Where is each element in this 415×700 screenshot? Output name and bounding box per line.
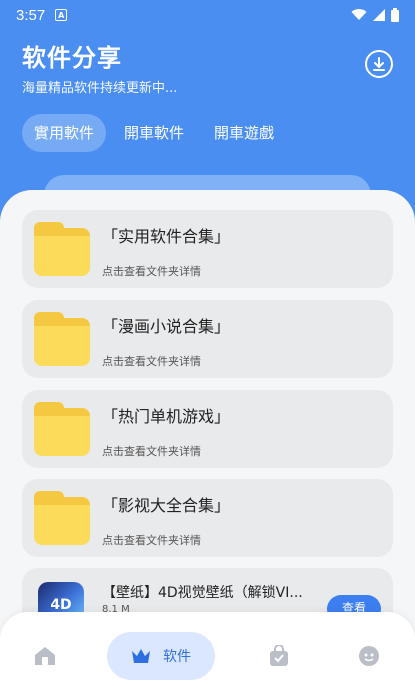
- app-name: 【壁纸】4D视觉壁纸（解锁VI...: [102, 585, 303, 601]
- signal-icon: [373, 9, 385, 21]
- folder-name: 「漫画小说合集」: [102, 317, 231, 336]
- tab-practical-software[interactable]: 實用軟件: [22, 114, 107, 152]
- category-tabs: 實用軟件 開車軟件 開車遊戲: [22, 114, 286, 152]
- folder-desc: 点击查看文件夹详情: [102, 265, 201, 278]
- status-icons: [351, 8, 399, 22]
- user-icon: [359, 646, 379, 666]
- page-title: 软件分享: [22, 44, 122, 72]
- folder-card[interactable]: 「漫画小说合集」 点击查看文件夹详情: [22, 300, 393, 378]
- bottom-nav: 软件: [0, 612, 415, 700]
- crown-icon: [132, 649, 150, 663]
- folder-icon: [34, 402, 90, 458]
- folder-card[interactable]: 「热门单机游戏」 点击查看文件夹详情: [22, 390, 393, 468]
- folder-desc: 点击查看文件夹详情: [102, 355, 201, 368]
- battery-icon: [391, 8, 399, 22]
- folder-name: 「影视大全合集」: [102, 496, 231, 515]
- folder-name: 「实用软件合集」: [102, 227, 231, 246]
- status-bar: 3:57 A: [0, 0, 415, 30]
- folder-card[interactable]: 「实用软件合集」 点击查看文件夹详情: [22, 210, 393, 288]
- tab-driving-games[interactable]: 開車遊戲: [202, 114, 286, 152]
- folder-card[interactable]: 「影视大全合集」 点击查看文件夹详情: [22, 479, 393, 557]
- download-button[interactable]: [365, 50, 393, 78]
- status-time: 3:57: [16, 6, 46, 24]
- home-icon: [35, 647, 55, 665]
- folder-name: 「热门单机游戏」: [102, 407, 231, 426]
- nav-software[interactable]: 软件: [107, 632, 215, 680]
- bag-icon: [270, 645, 288, 666]
- nav-bag[interactable]: [262, 632, 296, 680]
- page-header: 软件分享 海量精品软件持续更新中...: [22, 38, 177, 96]
- nav-home[interactable]: [28, 632, 62, 680]
- folder-icon: [34, 491, 90, 547]
- a-icon: A: [55, 9, 68, 21]
- folder-desc: 点击查看文件夹详情: [102, 445, 201, 458]
- folder-icon: [34, 312, 90, 368]
- folder-icon: [34, 222, 90, 278]
- nav-software-label: 软件: [163, 649, 191, 665]
- folder-desc: 点击查看文件夹详情: [102, 534, 201, 547]
- wifi-icon: [351, 9, 367, 20]
- page-subtitle: 海量精品软件持续更新中...: [22, 81, 178, 96]
- download-icon: [373, 57, 385, 71]
- nav-profile[interactable]: [352, 632, 386, 680]
- tab-driving-software[interactable]: 開車軟件: [112, 114, 196, 152]
